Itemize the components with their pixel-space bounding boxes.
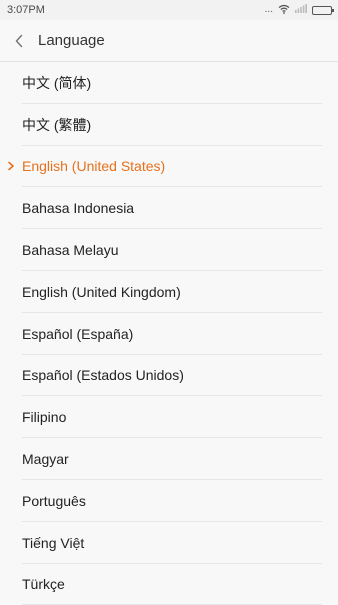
language-option[interactable]: Filipino bbox=[0, 396, 338, 438]
language-option[interactable]: Türkçe bbox=[0, 564, 338, 605]
language-label: Magyar bbox=[22, 451, 69, 468]
language-label: 中文 (简体) bbox=[22, 74, 92, 91]
language-label: Bahasa Indonesia bbox=[22, 200, 135, 217]
language-option[interactable]: Tiếng Việt bbox=[0, 522, 338, 564]
language-label: Türkçe bbox=[22, 576, 65, 593]
back-button[interactable] bbox=[0, 20, 38, 62]
status-icons: ... bbox=[264, 4, 334, 17]
language-label: English (United States) bbox=[22, 158, 166, 175]
language-option[interactable]: Bahasa Melayu bbox=[0, 229, 338, 271]
battery-icon bbox=[312, 5, 334, 15]
language-label: 中文 (繁體) bbox=[22, 116, 92, 133]
wifi-icon bbox=[278, 4, 290, 17]
notification-dots: ... bbox=[264, 4, 273, 15]
language-label: Español (España) bbox=[22, 325, 134, 342]
chevron-left-icon bbox=[15, 34, 23, 47]
language-option[interactable]: 中文 (繁體) bbox=[0, 104, 338, 146]
language-option[interactable]: English (United States) bbox=[0, 146, 338, 188]
language-option[interactable]: English (United Kingdom) bbox=[0, 271, 338, 313]
language-label: English (United Kingdom) bbox=[22, 283, 181, 300]
selected-chevron-icon bbox=[8, 162, 14, 171]
signal-icon bbox=[295, 4, 307, 16]
language-label: Bahasa Melayu bbox=[22, 242, 119, 259]
status-time: 3:07PM bbox=[7, 4, 45, 16]
language-label: Español (Estados Unidos) bbox=[22, 367, 184, 384]
language-label: Português bbox=[22, 492, 86, 509]
language-option[interactable]: 中文 (简体) bbox=[0, 62, 338, 104]
language-option[interactable]: Português bbox=[0, 480, 338, 522]
language-option[interactable]: Bahasa Indonesia bbox=[0, 187, 338, 229]
language-label: Filipino bbox=[22, 409, 67, 426]
page-title: Language bbox=[38, 32, 105, 49]
status-bar: 3:07PM ... bbox=[0, 0, 338, 20]
header-bar: Language bbox=[0, 20, 338, 62]
language-option[interactable]: Magyar bbox=[0, 438, 338, 480]
language-list: 中文 (简体) 中文 (繁體) English (United States) Bah… bbox=[0, 62, 338, 605]
language-option[interactable]: Español (España) bbox=[0, 313, 338, 355]
language-option[interactable]: Español (Estados Unidos) bbox=[0, 355, 338, 397]
language-label: Tiếng Việt bbox=[22, 534, 85, 551]
